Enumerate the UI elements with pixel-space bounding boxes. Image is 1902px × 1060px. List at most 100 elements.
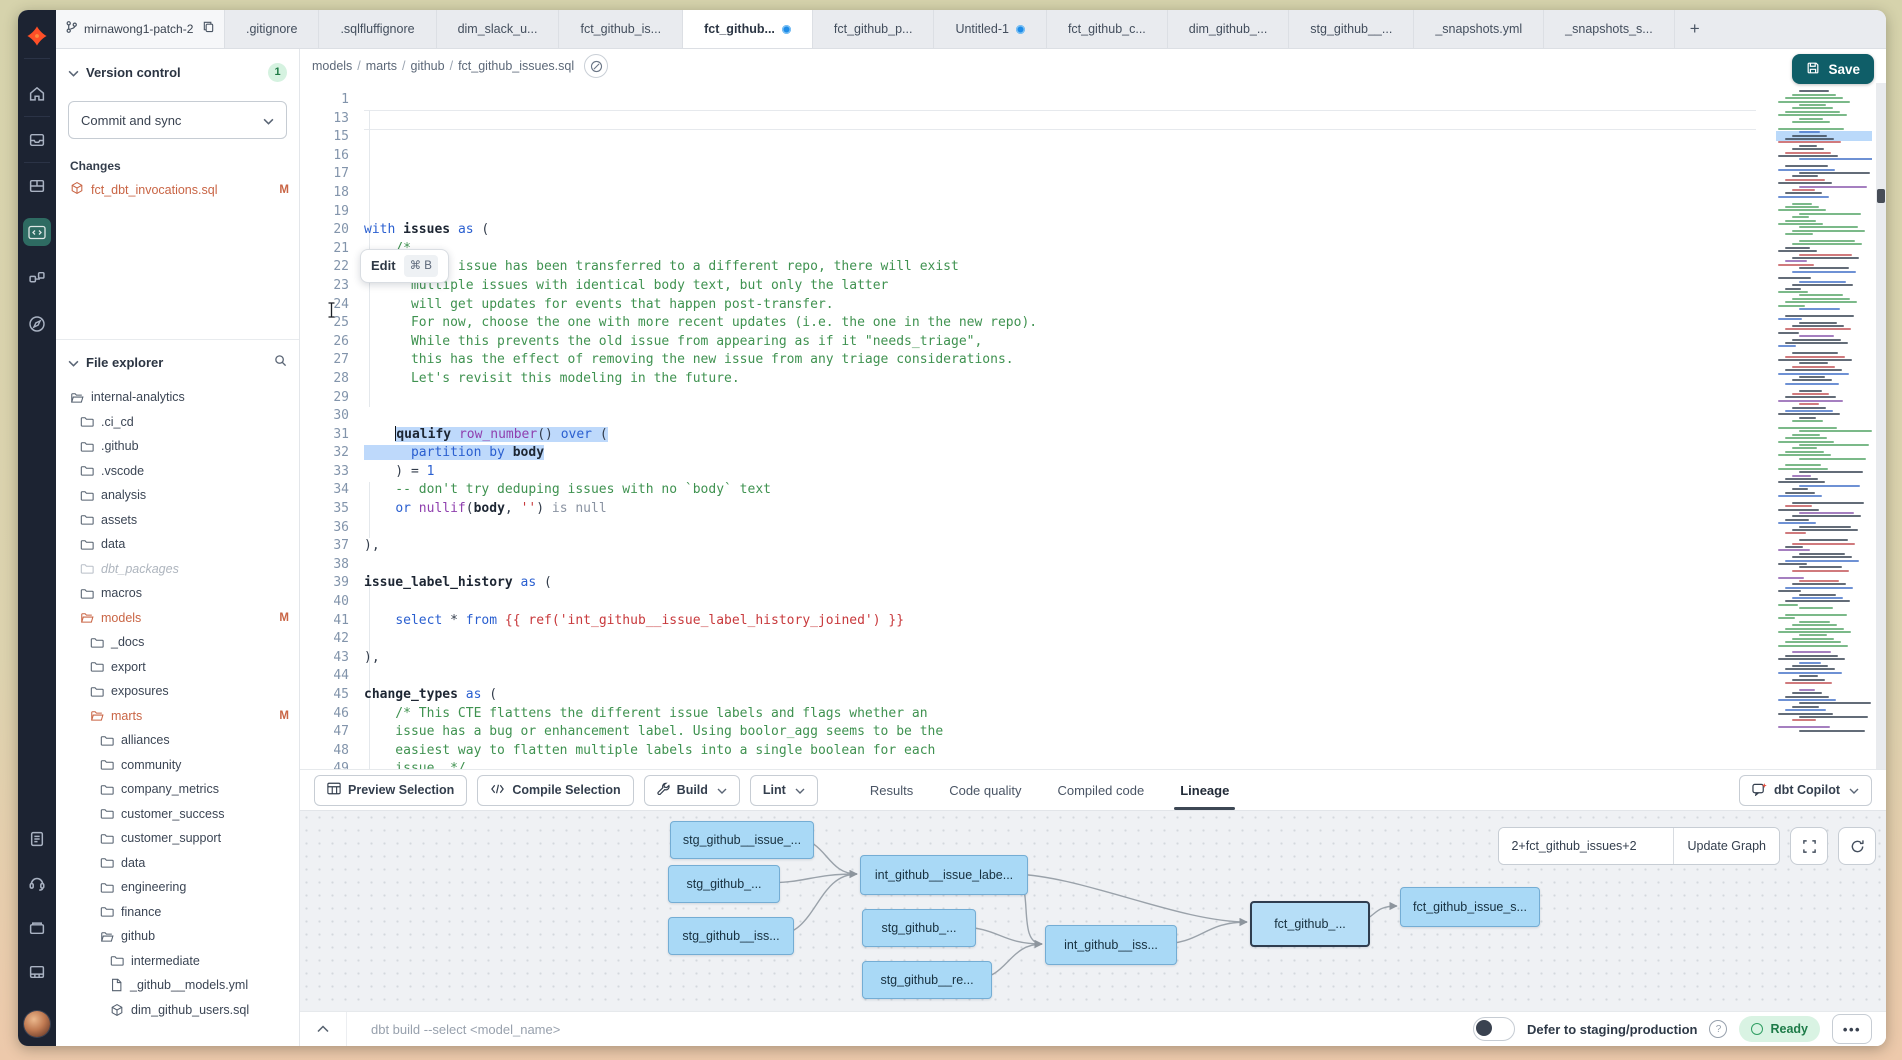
code-line-20[interactable]: this has the effect of removing the new …	[364, 351, 1886, 370]
notes-icon[interactable]	[29, 831, 46, 848]
fullscreen-icon[interactable]	[1790, 827, 1828, 865]
code-line-35[interactable]	[364, 630, 1886, 649]
line-number[interactable]: 30	[300, 407, 364, 426]
tree-item-finance[interactable]: finance	[56, 900, 299, 925]
code-line-22[interactable]	[364, 389, 1886, 408]
code-line-32[interactable]: issue_label_history as (	[364, 574, 1886, 593]
tree-item-.github[interactable]: .github	[56, 434, 299, 459]
code-line-13[interactable]: /*	[364, 240, 1886, 259]
line-number[interactable]: 13	[300, 110, 364, 129]
line-number[interactable]: 29	[300, 389, 364, 408]
tree-item-github[interactable]: github	[56, 924, 299, 949]
dashboard-icon[interactable]	[29, 178, 46, 195]
code-line-24[interactable]: qualify row_number() over (	[364, 426, 1886, 445]
line-number[interactable]: 47	[300, 723, 364, 742]
changed-file-row[interactable]: fct_dbt_invocations.sql M	[70, 181, 289, 198]
lineage-canvas[interactable]: Update Graph stg_github__issue_... stg_gi…	[300, 810, 1886, 1011]
copy-icon[interactable]	[202, 20, 215, 38]
lineage-node-stg_github__issue_...[interactable]: stg_github__issue_...	[670, 821, 814, 859]
git-workflow-icon[interactable]	[29, 270, 46, 287]
lineage-node-stg_github_...[interactable]: stg_github_...	[668, 865, 780, 903]
tab-fct_github...[interactable]: fct_github...	[683, 10, 813, 48]
save-button[interactable]: Save	[1792, 54, 1874, 84]
tree-item-data[interactable]: data	[56, 532, 299, 557]
tree-item-assets[interactable]: assets	[56, 508, 299, 533]
line-number[interactable]: 48	[300, 742, 364, 761]
line-number[interactable]: 20	[300, 221, 364, 240]
code-line-23[interactable]	[364, 407, 1886, 426]
line-number[interactable]: 43	[300, 649, 364, 668]
line-number[interactable]: 23	[300, 277, 364, 296]
line-number[interactable]: 18	[300, 184, 364, 203]
line-number[interactable]: 33	[300, 463, 364, 482]
line-number[interactable]: 1	[300, 91, 364, 110]
line-number[interactable]: 15	[300, 128, 364, 147]
tab-_snapshots_s...[interactable]: _snapshots_s...	[1544, 10, 1675, 48]
update-graph-button[interactable]: Update Graph	[1673, 828, 1779, 864]
user-avatar[interactable]	[24, 1011, 50, 1037]
code-line-41[interactable]: easiest way to flatten multiple labels i…	[364, 742, 1886, 761]
panel-tab-code-quality[interactable]: Code quality	[949, 770, 1021, 810]
build-button[interactable]: Build	[644, 775, 740, 806]
tab-_snapshots.yml[interactable]: _snapshots.yml	[1414, 10, 1544, 48]
compile-selection-button[interactable]: Compile Selection	[477, 775, 633, 806]
tree-item-company_metrics[interactable]: company_metrics	[56, 777, 299, 802]
line-number[interactable]: 46	[300, 705, 364, 724]
code-line-28[interactable]: or nullif(body, '') is null	[364, 500, 1886, 519]
lineage-node-int_github__iss...[interactable]: int_github__iss...	[1045, 925, 1177, 965]
code-line-40[interactable]: issue has a bug or enhancement label. Us…	[364, 723, 1886, 742]
code-line-1[interactable]: with issues as (	[364, 221, 1886, 240]
editor-code[interactable]: with issues as ( /* If an issue has been…	[364, 83, 1886, 769]
tab-Untitled-1[interactable]: Untitled-1	[934, 10, 1047, 48]
file-explorer-header[interactable]: File explorer	[56, 351, 299, 373]
tree-item-alliances[interactable]: alliances	[56, 728, 299, 753]
code-line-42[interactable]: issue. */	[364, 760, 1886, 769]
line-number[interactable]: 36	[300, 519, 364, 538]
code-line-39[interactable]: /* This CTE flattens the different issue…	[364, 705, 1886, 724]
tree-item-macros[interactable]: macros	[56, 581, 299, 606]
more-options-button[interactable]: •••	[1832, 1014, 1872, 1044]
support-headset-icon[interactable]	[28, 874, 46, 892]
code-line-37[interactable]	[364, 667, 1886, 686]
apps-grid-icon[interactable]	[29, 964, 46, 981]
line-number[interactable]: 41	[300, 612, 364, 631]
line-number[interactable]: 17	[300, 165, 364, 184]
editor-scrollbar[interactable]	[1876, 83, 1886, 769]
tab-fct_github_is...[interactable]: fct_github_is...	[559, 10, 683, 48]
help-icon[interactable]: ?	[1709, 1020, 1727, 1038]
tree-item-intermediate[interactable]: intermediate	[56, 949, 299, 974]
line-number[interactable]: 35	[300, 500, 364, 519]
code-line-30[interactable]: ),	[364, 537, 1886, 556]
panel-tab-lineage[interactable]: Lineage	[1180, 770, 1229, 810]
tree-item-.ci_cd[interactable]: .ci_cd	[56, 410, 299, 435]
tab-fct_github_c...[interactable]: fct_github_c...	[1047, 10, 1168, 48]
line-number[interactable]: 37	[300, 537, 364, 556]
tree-item-customer_support[interactable]: customer_support	[56, 826, 299, 851]
projects-stack-icon[interactable]	[29, 920, 46, 937]
tree-item-internal-analytics[interactable]: internal-analytics	[56, 385, 299, 410]
line-number[interactable]: 32	[300, 444, 364, 463]
branch-selector[interactable]: mirnawong1-patch-2	[56, 10, 225, 48]
lineage-node-stg_github_...[interactable]: stg_github_...	[862, 909, 976, 947]
tab-dim_slack_u...[interactable]: dim_slack_u...	[437, 10, 560, 48]
tree-item-data[interactable]: data	[56, 851, 299, 876]
dbt-copilot-button[interactable]: dbt Copilot	[1739, 775, 1872, 806]
code-line-33[interactable]	[364, 593, 1886, 612]
inbox-icon[interactable]	[29, 132, 46, 149]
code-line-34[interactable]: select * from {{ ref('int_github__issue_…	[364, 612, 1886, 631]
code-line-21[interactable]: Let's revisit this modeling in the futur…	[364, 370, 1886, 389]
version-control-header[interactable]: Version control 1	[56, 61, 299, 83]
line-number[interactable]: 40	[300, 593, 364, 612]
lineage-node-stg_github__re...[interactable]: stg_github__re...	[862, 961, 992, 999]
lineage-node-int_github__issue_labe...[interactable]: int_github__issue_labe...	[860, 855, 1028, 895]
preview-selection-button[interactable]: Preview Selection	[314, 775, 467, 806]
line-number[interactable]: 39	[300, 574, 364, 593]
code-line-16[interactable]: multiple issues with identical body text…	[364, 277, 1886, 296]
editor-gutter[interactable]: 1131516171819202122232425262728293031323…	[300, 83, 364, 769]
home-icon[interactable]	[29, 86, 46, 103]
code-editor-icon[interactable]	[23, 218, 51, 246]
file-menu-icon[interactable]	[584, 54, 608, 78]
tree-item-engineering[interactable]: engineering	[56, 875, 299, 900]
search-icon[interactable]	[274, 354, 287, 370]
code-line-26[interactable]: ) = 1	[364, 463, 1886, 482]
